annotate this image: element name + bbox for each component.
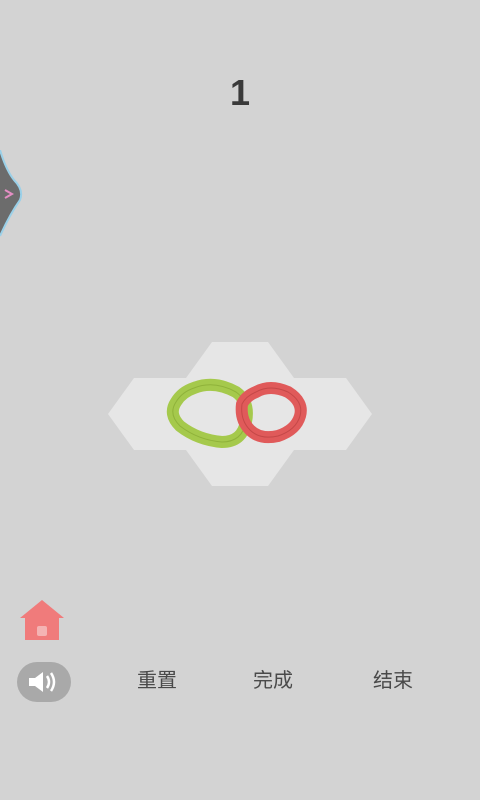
home-button[interactable] [16,598,68,644]
sound-button[interactable] [17,662,71,702]
reset-button[interactable]: 重置 [112,664,202,696]
end-button[interactable]: 结束 [348,664,438,696]
speaker-icon [29,672,56,692]
home-icon [20,600,64,640]
done-button[interactable]: 完成 [228,664,318,696]
